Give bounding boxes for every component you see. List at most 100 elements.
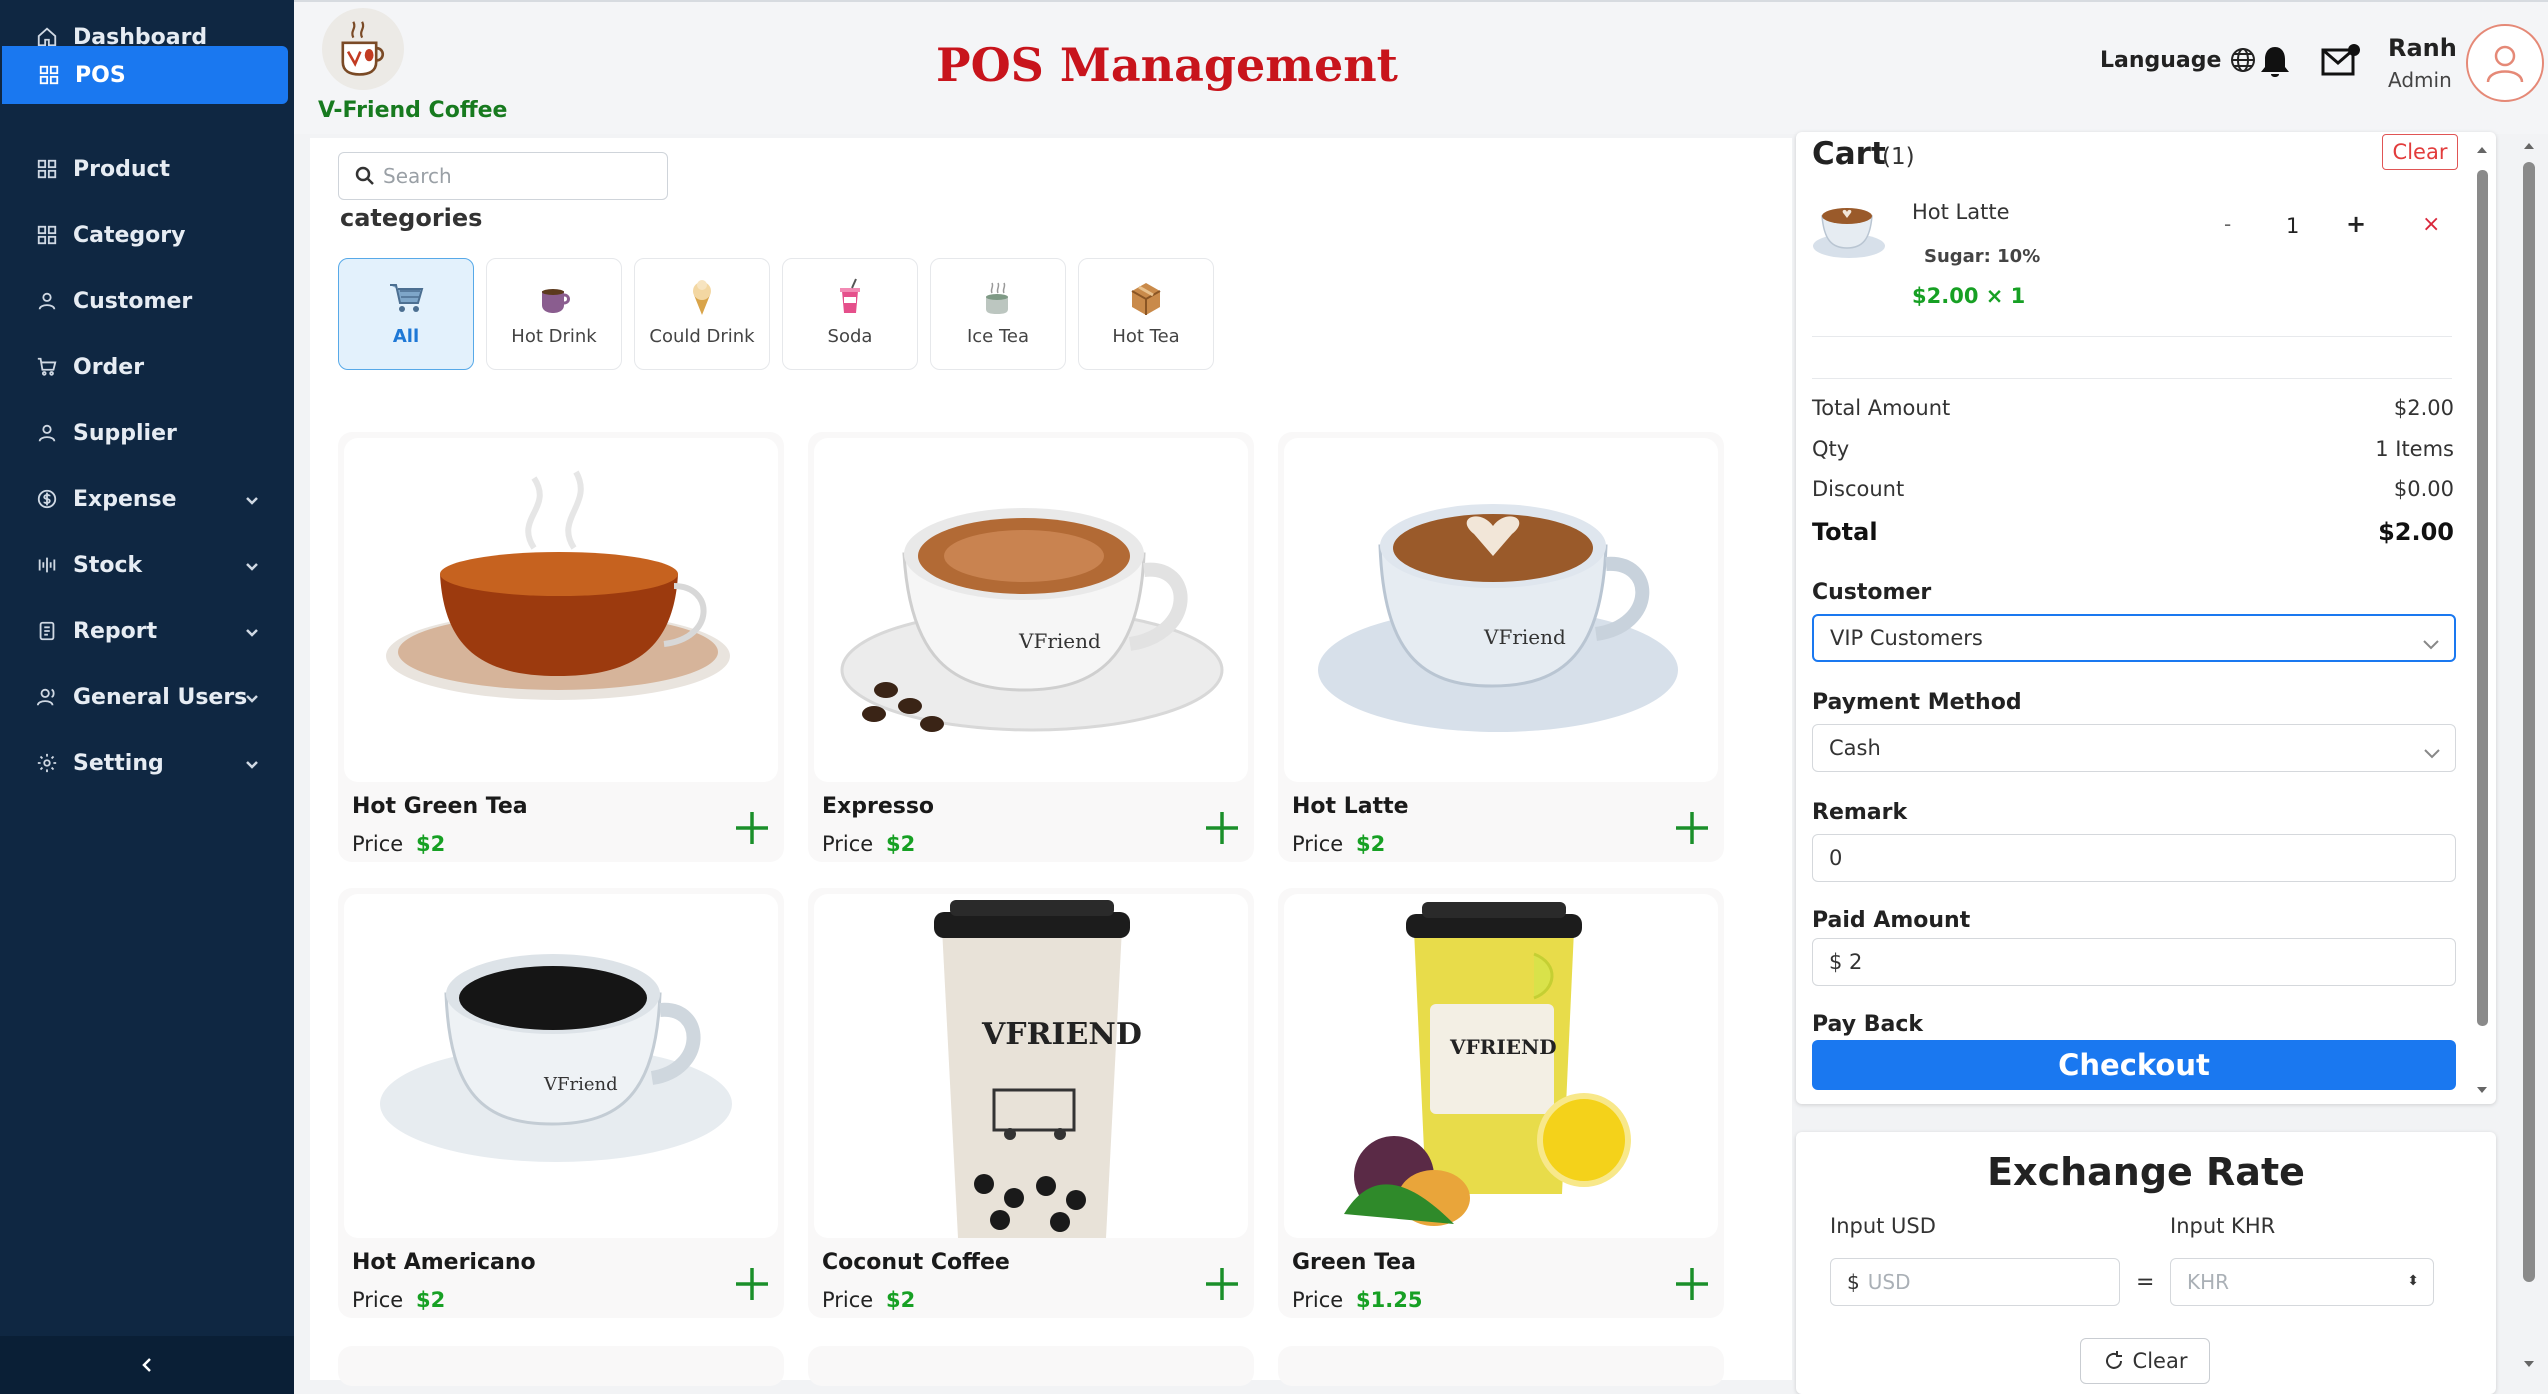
paid-amount-value: $ 2 <box>1829 950 1863 974</box>
customer-value: VIP Customers <box>1830 626 1983 650</box>
scroll-up-icon[interactable] <box>2476 144 2488 156</box>
product-name: Coconut Coffee <box>822 1250 1010 1275</box>
cart-icon <box>36 356 58 378</box>
checkout-button[interactable]: Checkout <box>1812 1040 2456 1090</box>
price-label: Price <box>352 1288 404 1312</box>
scroll-down-icon[interactable] <box>2476 1084 2488 1096</box>
search-box[interactable] <box>338 152 668 200</box>
category-soda[interactable]: Soda <box>782 258 918 370</box>
category-label: All <box>392 326 420 347</box>
price-label: Price <box>822 832 874 856</box>
product-card-hot-green-tea[interactable]: Hot Green Tea Price $2 <box>338 432 784 862</box>
category-hot-tea[interactable]: Hot Tea <box>1078 258 1214 370</box>
scroll-up-icon[interactable] <box>2523 140 2535 152</box>
category-hot-drink[interactable]: Hot Drink <box>486 258 622 370</box>
user-icon <box>36 422 58 444</box>
ice-cream-icon <box>693 280 711 315</box>
sidebar-item-label: POS <box>75 62 126 88</box>
category-label: Hot Tea <box>1112 326 1180 347</box>
remove-item-button[interactable]: × <box>2422 212 2440 237</box>
qty-increase-button[interactable]: + <box>2346 210 2366 238</box>
page-title: POS Management <box>936 38 1398 92</box>
exchange-clear-button[interactable]: Clear <box>2080 1338 2210 1384</box>
avatar[interactable] <box>2466 24 2544 102</box>
usd-input[interactable]: $ USD <box>1830 1258 2120 1306</box>
product-price: $2 <box>1356 832 1386 856</box>
product-card-partial[interactable] <box>338 1346 784 1386</box>
chevron-down-icon[interactable] <box>244 490 260 506</box>
add-to-cart-button[interactable] <box>1200 806 1244 850</box>
khr-input[interactable]: KHR ⬍ <box>2170 1258 2434 1306</box>
bell-icon[interactable] <box>2258 44 2292 80</box>
add-to-cart-button[interactable] <box>1670 1262 1714 1306</box>
product-name: Hot Latte <box>1292 794 1409 819</box>
category-all[interactable]: All <box>338 258 474 370</box>
scroll-down-icon[interactable] <box>2523 1358 2535 1370</box>
product-card-coconut-coffee[interactable]: VFRIEND Coconut Coffee Price $2 <box>808 888 1254 1318</box>
sidebar-item-label: General Users <box>73 684 248 710</box>
add-to-cart-button[interactable] <box>730 806 774 850</box>
product-card-green-tea[interactable]: VFRIEND Green Tea Price $1.25 <box>1278 888 1724 1318</box>
svg-text:VFriend: VFriend <box>1483 625 1566 649</box>
sidebar-item-order[interactable]: Order <box>0 338 288 396</box>
refresh-icon <box>2105 1351 2122 1369</box>
add-to-cart-button[interactable] <box>1200 1262 1244 1306</box>
sidebar-item-product[interactable]: Product <box>0 140 288 198</box>
product-price: $2 <box>886 1288 916 1312</box>
chevron-down-icon[interactable] <box>244 688 260 704</box>
plus-icon <box>1206 1268 1238 1300</box>
mail-icon[interactable] <box>2320 42 2362 80</box>
chevron-down-icon[interactable] <box>244 754 260 770</box>
search-input[interactable] <box>383 164 663 188</box>
scrollbar-thumb[interactable] <box>2477 170 2488 1026</box>
sidebar-item-label: Product <box>73 156 171 182</box>
product-image: VFRIEND <box>814 894 1248 1238</box>
customer-select[interactable]: VIP Customers <box>1812 614 2456 662</box>
category-could-drink[interactable]: Could Drink <box>634 258 770 370</box>
cart-clear-button[interactable]: Clear <box>2382 134 2458 170</box>
product-price: $2 <box>416 832 446 856</box>
add-to-cart-button[interactable] <box>1670 806 1714 850</box>
chevron-down-icon <box>2422 632 2440 650</box>
sidebar-item-label: Supplier <box>73 420 177 446</box>
scrollbar-thumb[interactable] <box>2523 162 2535 1282</box>
product-card-hot-latte[interactable]: VFriend Hot Latte Price $2 <box>1278 432 1724 862</box>
sidebar-item-customer[interactable]: Customer <box>0 272 288 330</box>
qty-decrease-button[interactable]: - <box>2224 212 2231 236</box>
payment-method-value: Cash <box>1829 736 1881 760</box>
product-card-expresso[interactable]: VFriend Expresso Price $2 <box>808 432 1254 862</box>
chevron-left-icon <box>137 1355 157 1375</box>
language-selector[interactable]: Language <box>2100 46 2257 74</box>
product-name: Expresso <box>822 794 935 819</box>
usd-placeholder: USD <box>1867 1270 1911 1294</box>
sidebar-item-expense[interactable]: Expense <box>0 470 288 528</box>
price-label: Price <box>1292 1288 1344 1312</box>
summary-label: Qty <box>1812 437 1850 461</box>
sidebar-item-general-users[interactable]: General Users <box>0 668 288 726</box>
chevron-down-icon[interactable] <box>244 622 260 638</box>
remark-input[interactable]: 0 <box>1812 834 2456 882</box>
sidebar-item-setting[interactable]: Setting <box>0 734 288 792</box>
summary-qty: Qty 1 Items <box>1812 437 2454 461</box>
page-scrollbar[interactable] <box>2520 136 2538 1376</box>
header: V-Friend Coffee POS Management Language … <box>294 0 2548 134</box>
home-icon <box>36 26 58 48</box>
paid-amount-input[interactable]: $ 2 <box>1812 938 2456 986</box>
product-card-partial[interactable] <box>808 1346 1254 1386</box>
payment-method-select[interactable]: Cash <box>1812 724 2456 772</box>
number-spinner-icon[interactable]: ⬍ <box>2407 1273 2419 1289</box>
product-card-partial[interactable] <box>1278 1346 1724 1386</box>
sidebar-item-pos[interactable]: POS <box>2 46 288 104</box>
cart-item-image <box>1813 208 1885 258</box>
cart-scrollbar[interactable] <box>2474 140 2490 1100</box>
sidebar-item-category[interactable]: Category <box>0 206 288 264</box>
sidebar-item-stock[interactable]: Stock <box>0 536 288 594</box>
add-to-cart-button[interactable] <box>730 1262 774 1306</box>
category-ice-tea[interactable]: Ice Tea <box>930 258 1066 370</box>
payment-method-label: Payment Method <box>1812 690 2022 715</box>
chevron-down-icon[interactable] <box>244 556 260 572</box>
product-card-hot-americano[interactable]: VFriend Hot Americano Price $2 <box>338 888 784 1318</box>
sidebar-collapse-button[interactable] <box>0 1336 294 1394</box>
sidebar-item-report[interactable]: Report <box>0 602 288 660</box>
sidebar-item-supplier[interactable]: Supplier <box>0 404 288 462</box>
